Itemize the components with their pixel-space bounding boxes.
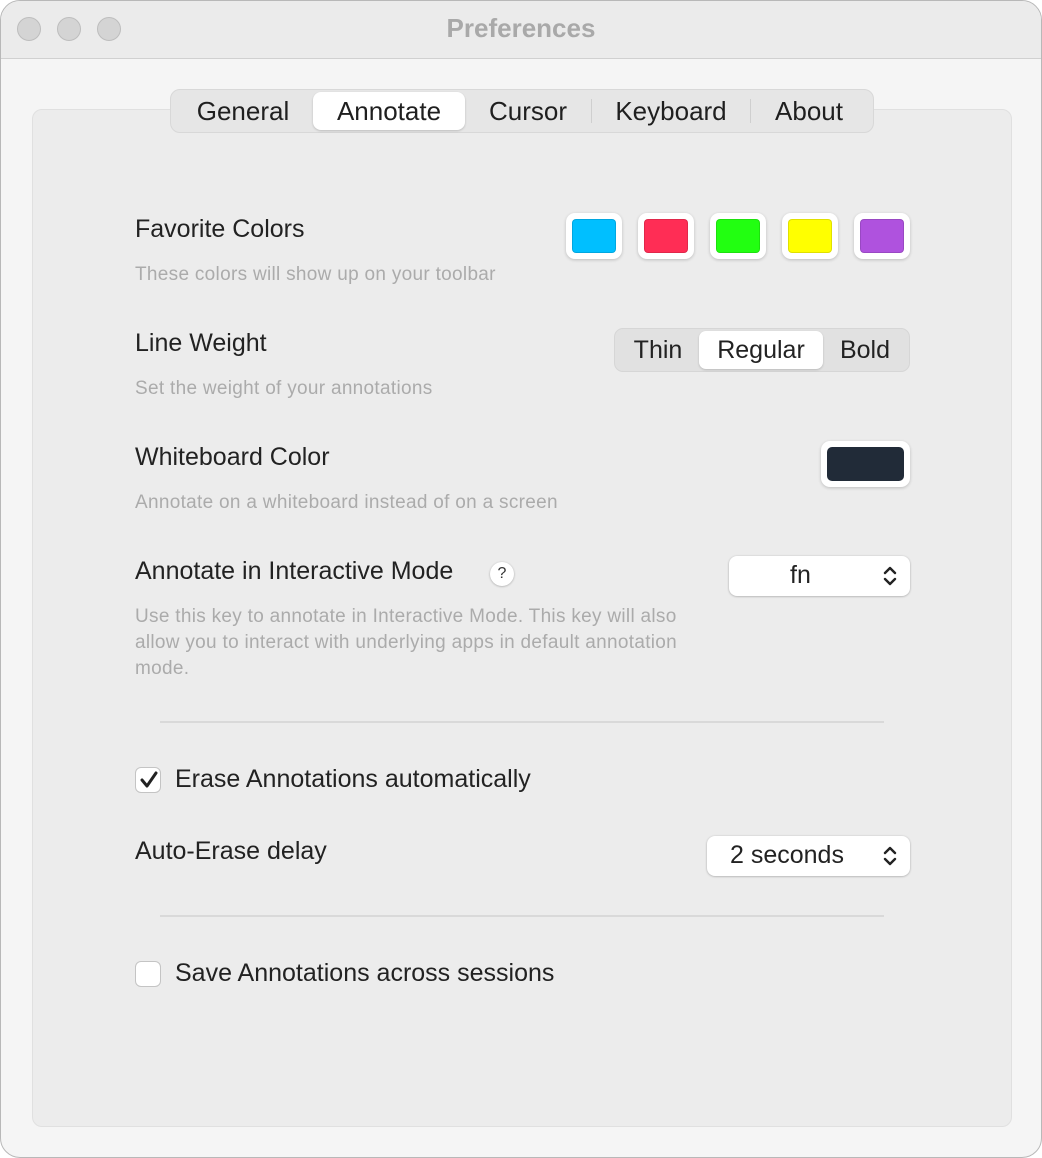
- color-fill: [644, 219, 688, 253]
- favorite-colors-description: These colors will show up on your toolba…: [135, 264, 496, 285]
- favorite-color-swatch-3[interactable]: [710, 213, 766, 259]
- auto-erase-delay-label: Auto-Erase delay: [135, 837, 327, 865]
- save-across-sessions-checkbox[interactable]: [135, 961, 161, 987]
- select-value: fn: [790, 561, 811, 589]
- line-weight-segmented-control: Thin Regular Bold: [614, 328, 910, 372]
- whiteboard-color-swatch[interactable]: [821, 441, 910, 487]
- help-icon[interactable]: ?: [490, 562, 514, 586]
- line-weight-bold[interactable]: Bold: [823, 331, 907, 369]
- auto-erase-delay-select[interactable]: 2 seconds: [707, 836, 910, 876]
- color-fill: [827, 447, 904, 481]
- color-fill: [572, 219, 616, 253]
- window-title: Preferences: [446, 13, 596, 43]
- favorite-color-swatch-5[interactable]: [854, 213, 910, 259]
- erase-automatically-label[interactable]: Erase Annotations automatically: [175, 765, 531, 794]
- tab-cursor[interactable]: Cursor: [465, 92, 591, 130]
- color-fill: [860, 219, 904, 253]
- save-across-sessions-label[interactable]: Save Annotations across sessions: [175, 959, 554, 988]
- erase-automatically-checkbox[interactable]: [135, 767, 161, 793]
- select-value: 2 seconds: [730, 841, 844, 869]
- interactive-mode-description: Use this key to annotate in Interactive …: [135, 606, 678, 679]
- favorite-colors-label: Favorite Colors: [135, 215, 305, 243]
- tab-annotate[interactable]: Annotate: [313, 92, 465, 130]
- interactive-mode-key-select[interactable]: fn: [729, 556, 910, 596]
- favorite-color-swatch-1[interactable]: [566, 213, 622, 259]
- color-fill: [716, 219, 760, 253]
- tab-general[interactable]: General: [173, 92, 313, 130]
- line-weight-regular[interactable]: Regular: [699, 331, 823, 369]
- tab-about[interactable]: About: [751, 92, 867, 130]
- whiteboard-color-label: Whiteboard Color: [135, 443, 330, 471]
- tab-bar: General Annotate Cursor Keyboard About: [170, 89, 874, 133]
- line-weight-thin[interactable]: Thin: [617, 331, 699, 369]
- line-weight-label: Line Weight: [135, 329, 267, 357]
- favorite-color-swatch-4[interactable]: [782, 213, 838, 259]
- tab-keyboard[interactable]: Keyboard: [592, 92, 750, 130]
- line-weight-description: Set the weight of your annotations: [135, 378, 433, 399]
- preferences-window: Preferences General Annotate Cursor Keyb…: [0, 0, 1042, 1158]
- updown-chevron-icon: [883, 566, 897, 586]
- divider: [160, 915, 884, 917]
- whiteboard-color-description: Annotate on a whiteboard instead of on a…: [135, 492, 558, 513]
- favorite-color-swatch-2[interactable]: [638, 213, 694, 259]
- updown-chevron-icon: [883, 846, 897, 866]
- checkmark-icon: [140, 771, 158, 788]
- color-fill: [788, 219, 832, 253]
- divider: [160, 721, 884, 723]
- interactive-mode-label: Annotate in Interactive Mode: [135, 557, 454, 585]
- title-bar: Preferences: [1, 1, 1041, 59]
